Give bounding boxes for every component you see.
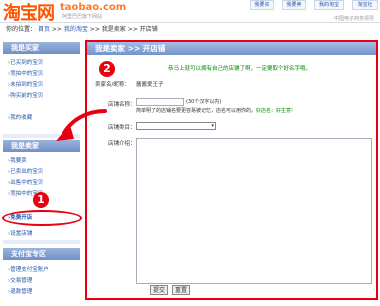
sidebar-item-sold[interactable]: ›已卖出的宝贝 (8, 167, 43, 175)
intro-label: 店铺介绍： (108, 141, 136, 147)
shop-name-hint: 简单明了的店铺名要更容易被记忆，店名可以用你的。好店名：好生意! (136, 108, 294, 114)
sidebar-item-sell[interactable]: ›我要卖 (8, 156, 27, 164)
sidebar-item-favorites[interactable]: ›我的收藏 (8, 113, 32, 121)
sidebar-buyer-title: 我是买家 (11, 44, 39, 52)
shop-name-input[interactable] (136, 98, 184, 106)
seller-name-value: 酱酱爱王子 (136, 82, 164, 88)
breadcrumb-seller: 我是卖家 (101, 26, 126, 33)
sidebar-item-not-won[interactable]: ›未拍到的宝贝 (8, 80, 43, 88)
top-link-my-taobao[interactable]: 我的淘宝 (314, 0, 344, 10)
logo-domain: taobao.com (60, 2, 127, 13)
annotation-arrow-icon (56, 109, 107, 141)
logo-subtitle: 阿里巴巴旗下网站 (62, 14, 103, 20)
sidebar-item-trade-manage[interactable]: ›交易管理 (8, 276, 32, 284)
sidebar-divider (3, 240, 80, 244)
good-name-hint: 好店名：好生意! (256, 108, 294, 114)
breadcrumb-current: 开店铺 (139, 26, 158, 33)
header-tagline: 中国电子商务领导 (333, 16, 374, 22)
sidebar-item-shop-settings[interactable]: ›设置店铺 (8, 229, 32, 237)
intro-note: 恭马上就可以拥有自己的店铺了啊，一定要取个好名字哦。 (168, 66, 312, 72)
breadcrumb-sep: >> (51, 26, 62, 33)
sidebar-buyer-header[interactable]: 我是买家 (3, 42, 80, 54)
top-link-sell[interactable]: 我要卖 (282, 0, 306, 10)
highlight-oval (2, 210, 82, 226)
chevron-down-icon: ▾ (211, 123, 214, 129)
breadcrumb-sep: >> (127, 26, 138, 33)
top-link-community[interactable]: 淘宝社 (352, 0, 378, 10)
sidebar-item-bidding[interactable]: ›竞拍中的宝贝 (8, 69, 43, 77)
sidebar-item-refund-manage[interactable]: ›退款管理 (8, 287, 32, 295)
category-label: 店铺类目： (108, 125, 136, 131)
sidebar-item-on-sale[interactable]: ›出售中的宝贝 (8, 178, 43, 186)
breadcrumb-my-taobao[interactable]: 我的淘宝 (64, 26, 88, 33)
shop-intro-textarea[interactable] (136, 138, 372, 284)
panel-title: 我是卖家 >> 开店铺 (87, 42, 376, 55)
sidebar-seller-title: 我是卖家 (11, 142, 39, 150)
sidebar-item-alipay-account[interactable]: ›管理支付宝账户 (8, 265, 49, 273)
breadcrumb: 你的位置： 首页 >> 我的淘宝 >> 我是卖家 >> 开店铺 (6, 24, 158, 33)
category-select[interactable]: ▾ (136, 122, 216, 130)
step-1-marker: 1 (33, 192, 49, 208)
sidebar-alipay-title: 支付宝专区 (11, 250, 46, 258)
sidebar-alipay-header[interactable]: 支付宝专区 (3, 248, 80, 260)
top-link-buy[interactable]: 我要买 (250, 0, 274, 10)
step-2-marker: 2 (99, 61, 115, 77)
breadcrumb-sep: >> (89, 26, 100, 33)
sidebar-item-prebuy[interactable]: ›购买前的宝贝 (8, 91, 43, 99)
shop-name-label: 店铺名称： (108, 102, 136, 108)
sidebar-item-bought[interactable]: ›已买到的宝贝 (8, 58, 43, 66)
submit-button[interactable]: 提交 (150, 285, 168, 295)
breadcrumb-prefix: 你的位置： (6, 26, 37, 33)
breadcrumb-home[interactable]: 首页 (38, 26, 50, 33)
shop-name-limit-hint: (30个汉字以内) (186, 99, 222, 105)
reset-button[interactable]: 重置 (172, 285, 190, 295)
logo[interactable]: 淘宝网 taobao.com 阿里巴巴旗下网站 (0, 0, 150, 24)
seller-name-label: 卖家名/昵称： (95, 82, 130, 88)
